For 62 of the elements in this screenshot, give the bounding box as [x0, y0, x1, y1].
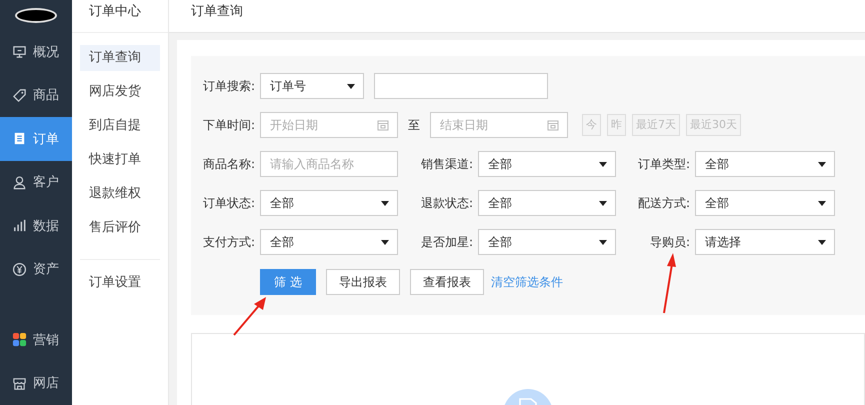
menu-item[interactable]: 售后评价	[80, 215, 160, 241]
caret-icon	[599, 200, 607, 206]
field-label: 是否加星:	[420, 234, 474, 250]
page-title: 订单查询	[169, 0, 865, 33]
select-dropdown[interactable]: 全部	[695, 151, 835, 177]
annotation-arrow	[232, 296, 268, 337]
menu-item[interactable]: 快速打单	[80, 147, 160, 173]
caret-icon	[599, 162, 607, 166]
calendar-icon	[547, 119, 559, 131]
tag-icon	[12, 88, 27, 103]
menu-item[interactable]: 订单查询	[80, 45, 160, 71]
field-label: 退款状态:	[420, 194, 474, 212]
select-dropdown[interactable]: 全部	[695, 190, 835, 216]
field-label: 商品名称:	[202, 156, 256, 172]
field-label: 支付方式:	[202, 234, 256, 250]
select-dropdown[interactable]: 全部	[478, 190, 616, 216]
nav-item[interactable]: 客户	[0, 160, 72, 204]
four-squares-icon	[12, 332, 27, 348]
select-dropdown[interactable]: 全部	[260, 190, 398, 216]
person-icon	[12, 174, 27, 190]
report-button[interactable]: 查看报表	[410, 269, 484, 295]
nav-item[interactable]: 概况	[0, 30, 72, 74]
input-field[interactable]	[374, 73, 548, 99]
caret-icon	[818, 200, 826, 206]
nav-item[interactable]: 营销	[0, 318, 72, 362]
menu-item[interactable]: 订单设置	[80, 270, 160, 296]
calendar-icon	[377, 119, 389, 131]
select-dropdown[interactable]: 订单号	[260, 73, 364, 99]
range-separator: 至	[408, 116, 420, 134]
menu-item[interactable]: 退款维权	[80, 181, 160, 207]
report-button[interactable]: 导出报表	[326, 269, 400, 295]
caret-icon	[381, 200, 389, 206]
annotation-arrow	[662, 252, 676, 314]
caret-icon	[381, 240, 389, 244]
bar-chart-icon	[12, 218, 27, 234]
document-icon	[12, 131, 27, 146]
nav-item[interactable]: 网店	[0, 362, 72, 405]
field-label: 订单类型:	[636, 156, 691, 172]
caret-icon	[818, 240, 826, 244]
field-label: 订单搜索:	[202, 78, 256, 94]
yen-icon	[12, 262, 27, 277]
menu-item[interactable]: 网店发货	[80, 79, 160, 105]
select-dropdown[interactable]: 全部	[478, 151, 616, 177]
select-dropdown[interactable]: 请选择	[695, 229, 835, 255]
caret-icon	[599, 240, 607, 244]
field-label: 销售渠道:	[420, 156, 474, 172]
caret-icon	[347, 84, 355, 88]
field-label: 下单时间:	[202, 116, 256, 134]
field-label: 配送方式:	[636, 194, 691, 212]
caret-icon	[818, 162, 826, 166]
monitor-icon	[12, 44, 27, 60]
nav-item[interactable]: 商品	[0, 74, 72, 117]
select-dropdown[interactable]: 全部	[478, 229, 616, 255]
field-label: 导购员:	[648, 234, 691, 250]
nav-item[interactable]: 资产	[0, 248, 72, 291]
logo-icon	[15, 8, 57, 23]
storefront-icon	[12, 376, 27, 391]
menu-item[interactable]: 到店自提	[80, 113, 160, 139]
field-label: 订单状态:	[202, 194, 256, 212]
section-title: 订单中心	[72, 0, 168, 33]
nav-item[interactable]: 数据	[0, 204, 72, 248]
select-dropdown[interactable]: 全部	[260, 229, 398, 255]
